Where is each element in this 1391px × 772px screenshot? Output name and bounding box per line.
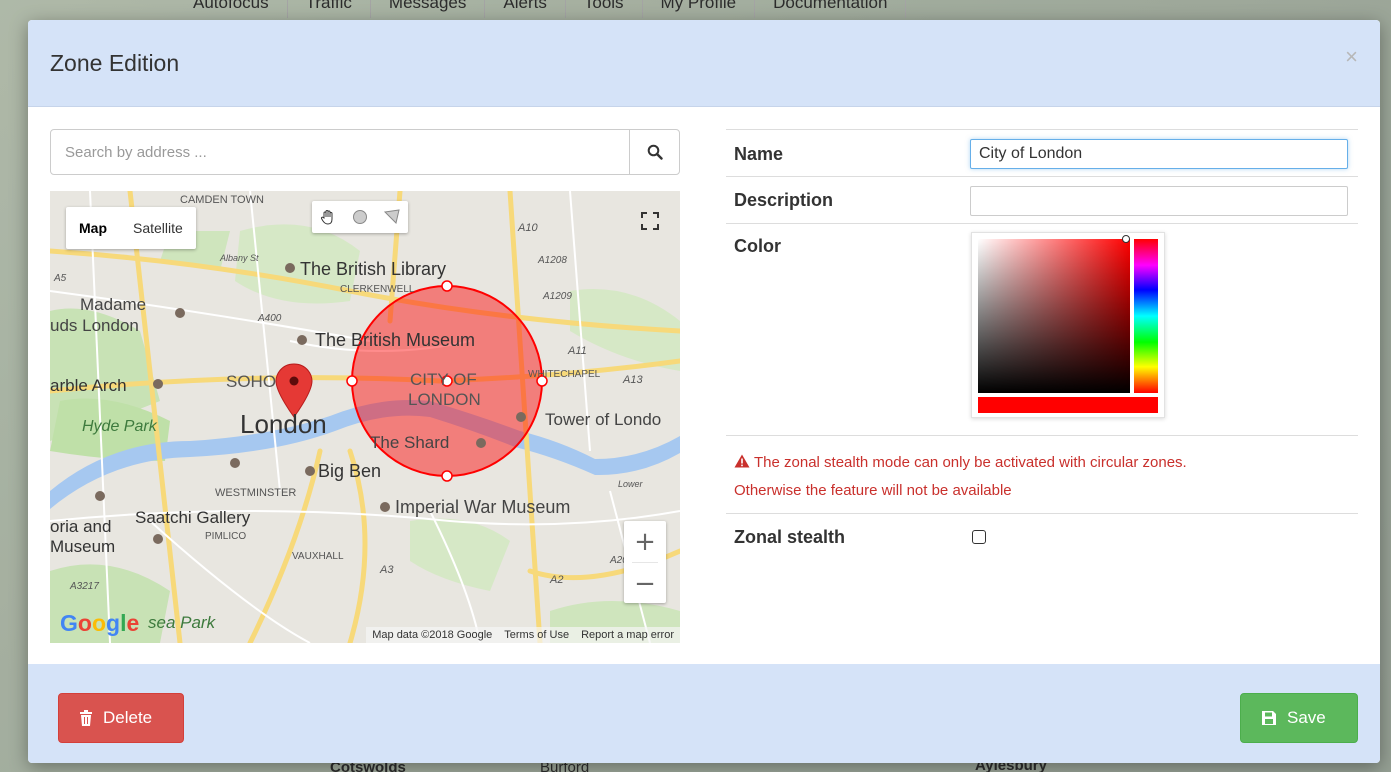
fullscreen-icon[interactable] <box>634 205 666 237</box>
map-label-whitechapel: WHITECHAPEL <box>528 369 601 380</box>
floppy-icon <box>1262 711 1276 725</box>
map-label-a1208: A1208 <box>537 255 567 266</box>
zone-form: Name Description Color <box>726 129 1358 573</box>
map-label-a3217: A3217 <box>69 581 99 592</box>
name-input[interactable] <box>970 139 1348 169</box>
map-label-a1209: A1209 <box>542 291 572 302</box>
map-label-tussauds: uds London <box>50 316 139 335</box>
map-label-british-library: The British Library <box>300 259 446 279</box>
map-label-a400: A400 <box>257 313 282 324</box>
description-input[interactable] <box>970 186 1348 216</box>
stealth-row: Zonal stealth <box>726 513 1358 573</box>
modal-footer: Delete Save <box>28 664 1380 763</box>
hand-icon[interactable] <box>312 201 344 233</box>
map-label-tower: Tower of Londo <box>545 410 661 429</box>
modal-body: CAMDEN TOWN The British Library CLERKENW… <box>28 107 1380 664</box>
color-row: Color <box>726 223 1358 435</box>
warning-line-1: The zonal stealth mode can only be activ… <box>754 454 1187 471</box>
report-error-link[interactable]: Report a map error <box>581 629 674 641</box>
delete-button[interactable]: Delete <box>58 693 184 743</box>
name-label: Name <box>734 144 784 164</box>
map-type-control: Map Satellite <box>66 207 196 249</box>
map-label-clerkenwell: CLERKENWELL <box>340 284 415 295</box>
polygon-icon[interactable] <box>376 201 408 233</box>
zone-edition-modal: Zone Edition × Search by address ... CAM… <box>28 20 1380 763</box>
map-label-marble-arch: arble Arch <box>50 376 127 395</box>
search-button[interactable] <box>629 130 679 174</box>
map-attribution: Map data ©2018 Google Terms of Use Repor… <box>366 627 680 643</box>
map-label-lower: Lower <box>618 479 644 489</box>
map-label-madame: Madame <box>80 295 146 314</box>
modal-title: Zone Edition <box>50 50 180 76</box>
zone-handle-bottom[interactable] <box>441 470 453 482</box>
save-label: Save <box>1287 708 1326 727</box>
google-logo[interactable]: Google <box>60 610 139 637</box>
zone-handle-top[interactable] <box>441 280 453 292</box>
address-search <box>50 129 680 175</box>
map-label-chelsea: sea Park <box>148 613 217 632</box>
zoom-control: + − <box>624 521 666 603</box>
map-label-london: London <box>240 409 327 439</box>
map-label-a13: A13 <box>622 374 643 386</box>
warning-icon <box>734 454 750 468</box>
zoom-out-button[interactable]: − <box>624 563 666 604</box>
terms-of-use-link[interactable]: Terms of Use <box>504 629 569 641</box>
name-row: Name <box>726 129 1358 176</box>
modal-header: Zone Edition × <box>28 20 1380 107</box>
warning-row: The zonal stealth mode can only be activ… <box>726 435 1358 513</box>
map-label-saatchi: Saatchi Gallery <box>135 508 251 527</box>
map-label-a10: A10 <box>517 222 538 234</box>
delete-label: Delete <box>103 708 153 727</box>
map-label-albany: Albany St <box>219 253 259 263</box>
trash-icon <box>80 710 92 726</box>
map-label-a2: A2 <box>549 574 563 586</box>
color-label: Color <box>734 236 781 256</box>
map-type-map[interactable]: Map <box>66 207 120 249</box>
circle-icon[interactable] <box>344 201 376 233</box>
close-icon[interactable]: × <box>1345 44 1358 70</box>
color-picker <box>971 232 1165 418</box>
map-canvas: CAMDEN TOWN The British Library CLERKENW… <box>50 191 680 643</box>
map-label-museum: Museum <box>50 537 115 556</box>
map-label-westminster: WESTMINSTER <box>215 487 296 499</box>
search-icon <box>647 144 663 160</box>
zoom-in-button[interactable]: + <box>624 521 666 562</box>
stealth-checkbox[interactable] <box>972 530 986 544</box>
map-type-satellite[interactable]: Satellite <box>120 207 196 249</box>
map-label-city1: CITY OF <box>410 370 477 389</box>
map-data-credit: Map data ©2018 Google <box>372 629 493 641</box>
color-selector-handle[interactable] <box>1122 235 1130 243</box>
map-label-shard: The Shard <box>370 433 449 452</box>
map-label-pimlico: PIMLICO <box>205 531 246 542</box>
map-label-soho: SOHO <box>226 372 276 391</box>
map-label-a11: A11 <box>567 345 587 357</box>
stealth-label: Zonal stealth <box>734 527 846 547</box>
search-input[interactable] <box>51 130 629 174</box>
map-label-city2: LONDON <box>408 390 481 409</box>
map-label-imperial: Imperial War Museum <box>395 497 570 517</box>
map-label-vauxhall: VAUXHALL <box>292 551 344 562</box>
map-label-big-ben: Big Ben <box>318 461 381 481</box>
stealth-warning: The zonal stealth mode can only be activ… <box>734 449 1187 505</box>
save-button[interactable]: Save <box>1240 693 1358 743</box>
zone-handle-left[interactable] <box>346 375 358 387</box>
color-preview <box>978 397 1158 413</box>
color-hue-slider[interactable] <box>1134 239 1158 393</box>
map-label-a5: A5 <box>53 273 67 284</box>
map-label-british-museum: The British Museum <box>315 330 475 350</box>
map-label-victoria: oria and <box>50 517 111 536</box>
map-label-hyde-park: Hyde Park <box>82 418 158 435</box>
warning-line-2: Otherwise the feature will not be availa… <box>734 482 1012 499</box>
map-label-a3: A3 <box>379 564 394 576</box>
drawing-toolbar <box>312 201 408 233</box>
map-view[interactable]: CAMDEN TOWN The British Library CLERKENW… <box>50 191 680 643</box>
description-label: Description <box>734 190 834 210</box>
map-label-camden: CAMDEN TOWN <box>180 194 264 206</box>
description-row: Description <box>726 176 1358 223</box>
color-saturation-area[interactable] <box>978 239 1130 393</box>
